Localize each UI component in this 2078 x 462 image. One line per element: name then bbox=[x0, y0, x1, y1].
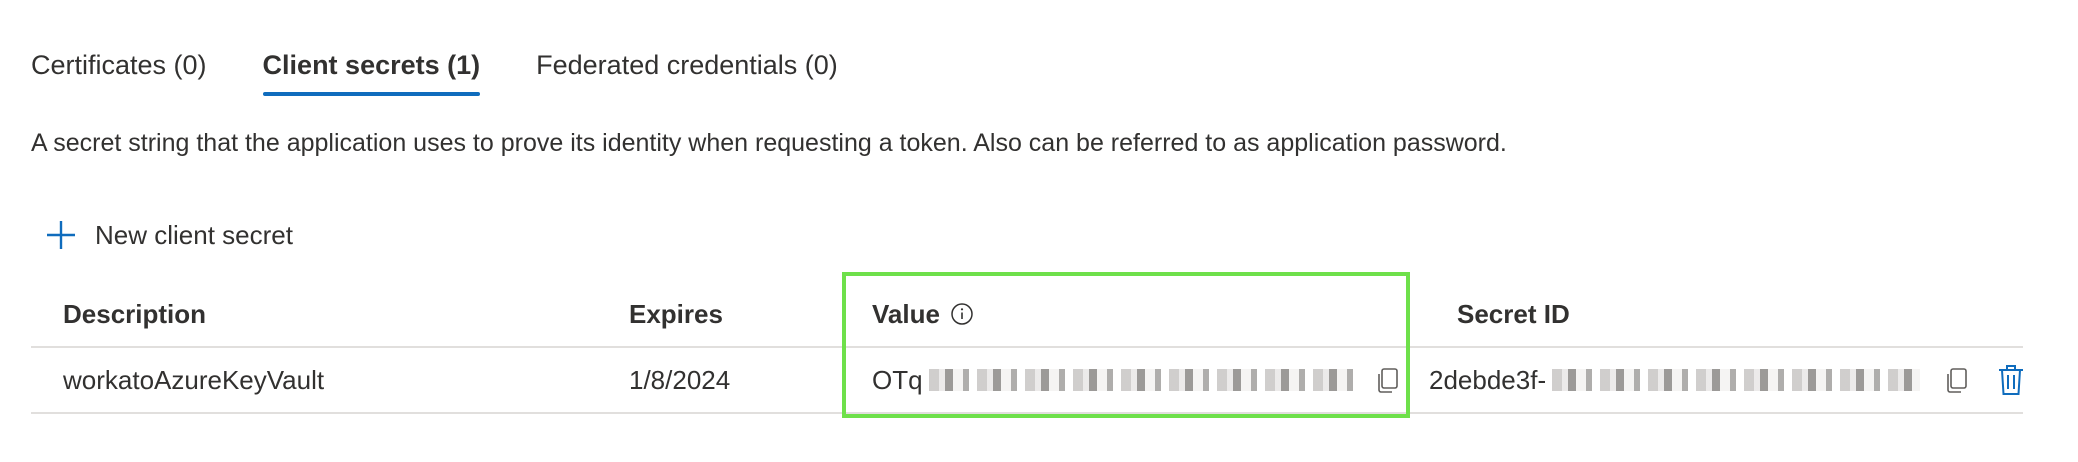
credentials-tabs: Certificates (0) Client secrets (1) Fede… bbox=[31, 44, 838, 96]
client-secrets-table: Description Expires Value Secret ID work… bbox=[31, 282, 2026, 414]
column-header-secret-id: Secret ID bbox=[1457, 298, 1570, 329]
new-client-secret-label: New client secret bbox=[95, 220, 293, 250]
tab-federated-credentials[interactable]: Federated credentials (0) bbox=[536, 44, 838, 96]
tab-client-secrets[interactable]: Client secrets (1) bbox=[262, 44, 480, 96]
copy-value-icon[interactable] bbox=[1373, 365, 1403, 395]
info-icon[interactable] bbox=[950, 302, 974, 326]
secret-value-cell: OTq bbox=[872, 348, 1403, 412]
secret-id-cell: 2debde3f- bbox=[1429, 348, 2026, 412]
table-row: workatoAzureKeyVault 1/8/2024 OTq 2debde… bbox=[31, 348, 2026, 414]
copy-secret-id-icon[interactable] bbox=[1942, 365, 1972, 395]
new-client-secret-button[interactable]: New client secret bbox=[44, 216, 293, 254]
plus-icon bbox=[47, 221, 75, 249]
secret-description: workatoAzureKeyVault bbox=[63, 364, 325, 395]
secret-id-prefix: 2debde3f- bbox=[1429, 364, 1547, 395]
tab-certificates[interactable]: Certificates (0) bbox=[31, 44, 207, 96]
column-header-value-label: Value bbox=[872, 298, 940, 329]
table-header-row: Description Expires Value Secret ID bbox=[31, 282, 2023, 348]
secret-value-redacted bbox=[928, 369, 1359, 391]
secret-id-redacted bbox=[1552, 369, 1921, 391]
column-header-value: Value bbox=[872, 282, 974, 346]
section-description: A secret string that the application use… bbox=[31, 129, 1507, 157]
column-header-expires: Expires bbox=[629, 298, 723, 329]
column-header-description: Description bbox=[63, 298, 207, 329]
secret-expires: 1/8/2024 bbox=[629, 364, 731, 395]
delete-icon[interactable] bbox=[1996, 363, 2026, 397]
secret-value-prefix: OTq bbox=[872, 364, 923, 395]
